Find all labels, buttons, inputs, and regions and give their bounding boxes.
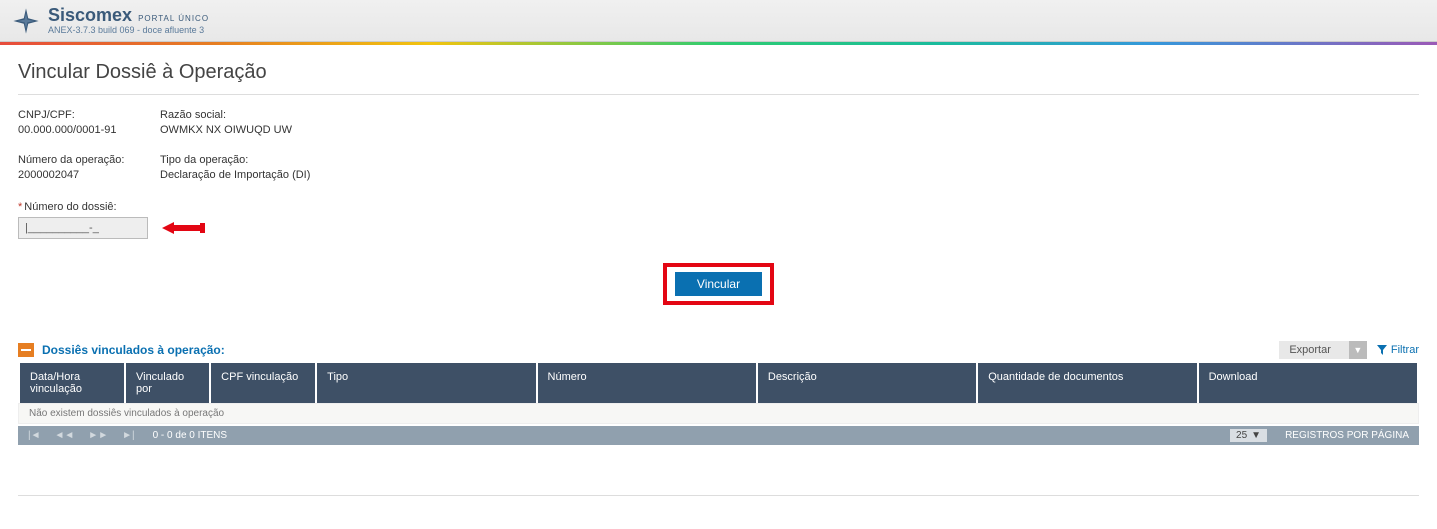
pager-nav: |◄ ◄◄ ►► ►|: [28, 430, 135, 441]
col-download[interactable]: Download: [1199, 363, 1417, 403]
pager-prev-icon[interactable]: ◄◄: [55, 430, 75, 441]
table-header-row: Data/Hora vinculação Vinculado por CPF v…: [20, 363, 1417, 403]
col-cpf-vinculacao[interactable]: CPF vinculação: [211, 363, 315, 403]
title-divider: [18, 94, 1419, 95]
pager-summary: 0 - 0 de 0 ITENS: [153, 430, 227, 441]
cnpj-value: 00.000.000/0001-91: [18, 124, 158, 136]
col-vinculado-por[interactable]: Vinculado por: [126, 363, 209, 403]
chevron-down-icon: ▼: [1251, 430, 1261, 441]
app-header: Siscomex PORTAL ÚNICO ANEX-3.7.3 build 0…: [0, 0, 1437, 42]
vincular-button[interactable]: Vincular: [675, 272, 762, 296]
logo-portal-text: PORTAL ÚNICO: [138, 15, 209, 23]
col-tipo[interactable]: Tipo: [317, 363, 535, 403]
pager-last-icon[interactable]: ►|: [122, 430, 135, 441]
dossie-field-block: *Número do dossiê:: [18, 201, 1419, 239]
compass-logo-icon: [12, 7, 40, 35]
col-numero[interactable]: Número: [538, 363, 756, 403]
logo-text: Siscomex PORTAL ÚNICO ANEX-3.7.3 build 0…: [48, 6, 209, 35]
vincular-highlight-box: Vincular: [663, 263, 774, 305]
arrow-annotation-icon: [162, 220, 206, 236]
pager-first-icon[interactable]: |◄: [28, 430, 41, 441]
footer-divider: [18, 495, 1419, 496]
table-empty-message: Não existem dossiês vinculados à operaçã…: [18, 403, 1419, 424]
export-label: Exportar: [1279, 341, 1349, 359]
col-quantidade-documentos[interactable]: Quantidade de documentos: [978, 363, 1196, 403]
linked-section-header: Dossiês vinculados à operação: Exportar …: [18, 341, 1419, 359]
linked-dossies-table: Data/Hora vinculação Vinculado por CPF v…: [18, 363, 1419, 403]
chevron-down-icon: ▼: [1349, 341, 1367, 359]
col-descricao[interactable]: Descrição: [758, 363, 976, 403]
filter-link[interactable]: Filtrar: [1377, 344, 1419, 356]
page-size-select[interactable]: 25 ▼: [1230, 429, 1267, 442]
numop-value: 2000002047: [18, 169, 158, 181]
pager-bar: |◄ ◄◄ ►► ►| 0 - 0 de 0 ITENS 25 ▼ REGIST…: [18, 426, 1419, 445]
collapse-icon[interactable]: [18, 343, 34, 357]
logo-main-text: Siscomex: [48, 6, 132, 24]
linked-section-title: Dossiês vinculados à operação:: [42, 343, 225, 357]
filter-icon: [1377, 345, 1387, 355]
required-asterisk: *: [18, 201, 22, 213]
tipoop-label: Tipo da operação:: [160, 154, 460, 166]
pager-next-icon[interactable]: ►►: [88, 430, 108, 441]
dossie-label: *Número do dossiê:: [18, 201, 1419, 213]
tipoop-value: Declaração de Importação (DI): [160, 169, 460, 181]
per-page-label: REGISTROS POR PÁGINA: [1285, 430, 1409, 441]
dossie-number-input[interactable]: [18, 217, 148, 239]
export-dropdown[interactable]: Exportar ▼: [1279, 341, 1367, 359]
col-data-vinculacao[interactable]: Data/Hora vinculação: [20, 363, 124, 403]
cnpj-label: CNPJ/CPF:: [18, 109, 158, 121]
razao-value: OWMKX NX OIWUQD UW: [160, 124, 460, 136]
vincular-button-wrap: Vincular: [18, 263, 1419, 305]
numop-label: Número da operação:: [18, 154, 158, 166]
build-info: ANEX-3.7.3 build 069 - doce afluente 3: [48, 26, 209, 35]
info-grid: CNPJ/CPF: 00.000.000/0001-91 Razão socia…: [18, 109, 1419, 181]
page-title: Vincular Dossiê à Operação: [18, 61, 1419, 84]
razao-label: Razão social:: [160, 109, 460, 121]
